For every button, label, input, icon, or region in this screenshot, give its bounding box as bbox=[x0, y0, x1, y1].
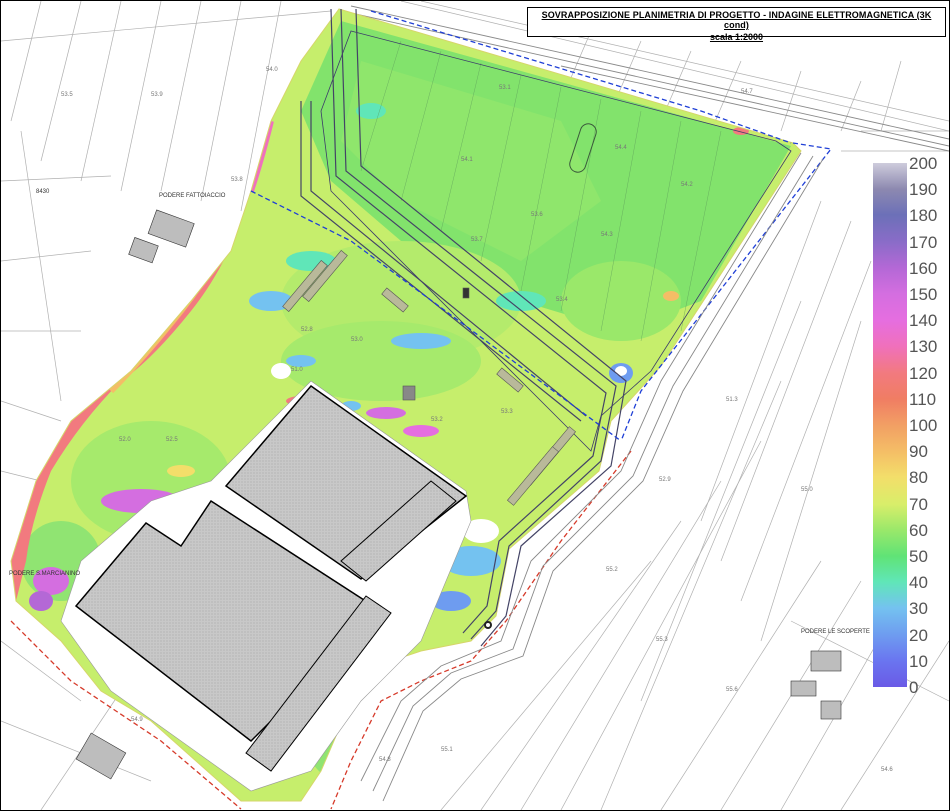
parcel-number: 54.0 bbox=[266, 67, 278, 73]
legend-label: 160 bbox=[909, 258, 938, 278]
legend-swatch bbox=[873, 294, 907, 321]
parcel-number: 53.5 bbox=[61, 92, 73, 98]
label-podere-san-marcianino: PODERE S.MARCIANINO bbox=[9, 571, 80, 577]
legend-swatch bbox=[873, 267, 907, 294]
parcel-number: 52.0 bbox=[119, 437, 131, 443]
legend-label: 30 bbox=[909, 599, 928, 619]
parcel-number: 52.5 bbox=[166, 437, 178, 443]
legend-swatch bbox=[873, 163, 907, 190]
label-podere-fattoiaccio: PODERE FATTOIACCIO bbox=[159, 193, 226, 199]
legend-label: 140 bbox=[909, 311, 938, 331]
parcel-number: 53.1 bbox=[499, 85, 511, 91]
legend-label: 130 bbox=[909, 337, 938, 357]
legend-label: 170 bbox=[909, 232, 938, 252]
site-plan-map: 53.5 53.9 53.8 54.0 54.1 53.7 53.6 54.3 … bbox=[1, 1, 949, 810]
legend-swatch bbox=[873, 451, 907, 478]
parcel-number: 53.3 bbox=[501, 409, 513, 415]
legend-swatch bbox=[873, 634, 907, 661]
legend-label: 0 bbox=[909, 678, 919, 697]
parcel-number: 53.4 bbox=[556, 297, 568, 303]
legend-label: 120 bbox=[909, 363, 938, 383]
parcel-number: 55.2 bbox=[606, 567, 618, 573]
parcel-number: 54.9 bbox=[131, 717, 143, 723]
legend-label: 70 bbox=[909, 494, 928, 514]
parcel-number: 53.0 bbox=[351, 337, 363, 343]
legend-label: 180 bbox=[909, 206, 938, 226]
parcel-number: 55.1 bbox=[441, 747, 453, 753]
legend-swatch bbox=[873, 529, 907, 556]
parcel-number: 54.3 bbox=[601, 232, 613, 238]
parcel-number: 54.2 bbox=[681, 182, 693, 188]
legend-label: 150 bbox=[909, 285, 938, 304]
map-title: SOVRAPPOSIZIONE PLANIMETRIA DI PROGETTO … bbox=[541, 10, 932, 30]
legend-label: 200 bbox=[909, 154, 938, 173]
parcel-number: 54.7 bbox=[741, 89, 753, 95]
legend-label: 90 bbox=[909, 442, 928, 462]
color-scale-legend: 200 190 180 170 160 150 140 130 120 110 100 90 80 70 6… bbox=[871, 155, 946, 696]
parcel-number: 51.3 bbox=[726, 397, 738, 403]
parcel-number: 55.0 bbox=[801, 487, 813, 493]
parcel-number: 54.8 bbox=[379, 757, 391, 763]
legend-swatch bbox=[873, 372, 907, 399]
parcel-number: 54.1 bbox=[461, 157, 473, 163]
legend-label: 190 bbox=[909, 180, 938, 200]
legend-swatch bbox=[873, 398, 907, 425]
map-scale: scala 1:2000 bbox=[709, 32, 764, 42]
title-box: SOVRAPPOSIZIONE PLANIMETRIA DI PROGETTO … bbox=[527, 7, 946, 42]
legend-swatch bbox=[873, 320, 907, 347]
legend-label: 60 bbox=[909, 520, 928, 540]
legend-label: 40 bbox=[909, 573, 928, 593]
legend-label: 80 bbox=[909, 468, 928, 488]
parcel-number: 53.7 bbox=[471, 237, 483, 243]
parcel-number: 54.4 bbox=[615, 145, 627, 151]
legend-swatch bbox=[873, 660, 907, 687]
legend-label: 10 bbox=[909, 651, 928, 671]
parcel-number: 53.8 bbox=[231, 177, 243, 183]
legend-label: 100 bbox=[909, 416, 938, 435]
legend-swatch bbox=[873, 556, 907, 583]
parcel-number: 54.6 bbox=[881, 767, 893, 773]
parcel-number: 51.0 bbox=[291, 367, 303, 373]
legend-swatch bbox=[873, 477, 907, 504]
legend-swatch bbox=[873, 346, 907, 373]
label-podere-scoperte: PODERE LE SCOPERTE bbox=[801, 629, 870, 635]
map-frame: 53.5 53.9 53.8 54.0 54.1 53.7 53.6 54.3 … bbox=[0, 0, 950, 811]
legend-swatch bbox=[873, 215, 907, 242]
legend-label: 110 bbox=[909, 389, 937, 409]
legend-swatch bbox=[873, 189, 907, 216]
parcel-number: 55.6 bbox=[726, 687, 738, 693]
parcel-number: 53.9 bbox=[151, 92, 163, 98]
legend-swatch bbox=[873, 608, 907, 635]
label-code: 8430 bbox=[36, 189, 50, 195]
legend-label: 20 bbox=[909, 625, 928, 645]
parcel-number: 53.6 bbox=[531, 212, 543, 218]
legend-label: 50 bbox=[909, 547, 928, 566]
parcel-number: 53.2 bbox=[431, 417, 443, 423]
legend-swatch bbox=[873, 241, 907, 268]
legend-swatch bbox=[873, 425, 907, 452]
parcel-number: 55.3 bbox=[656, 637, 668, 643]
legend-swatch bbox=[873, 582, 907, 609]
legend-swatch bbox=[873, 503, 907, 530]
parcel-number: 52.9 bbox=[659, 477, 671, 483]
parcel-number: 52.8 bbox=[301, 327, 313, 333]
